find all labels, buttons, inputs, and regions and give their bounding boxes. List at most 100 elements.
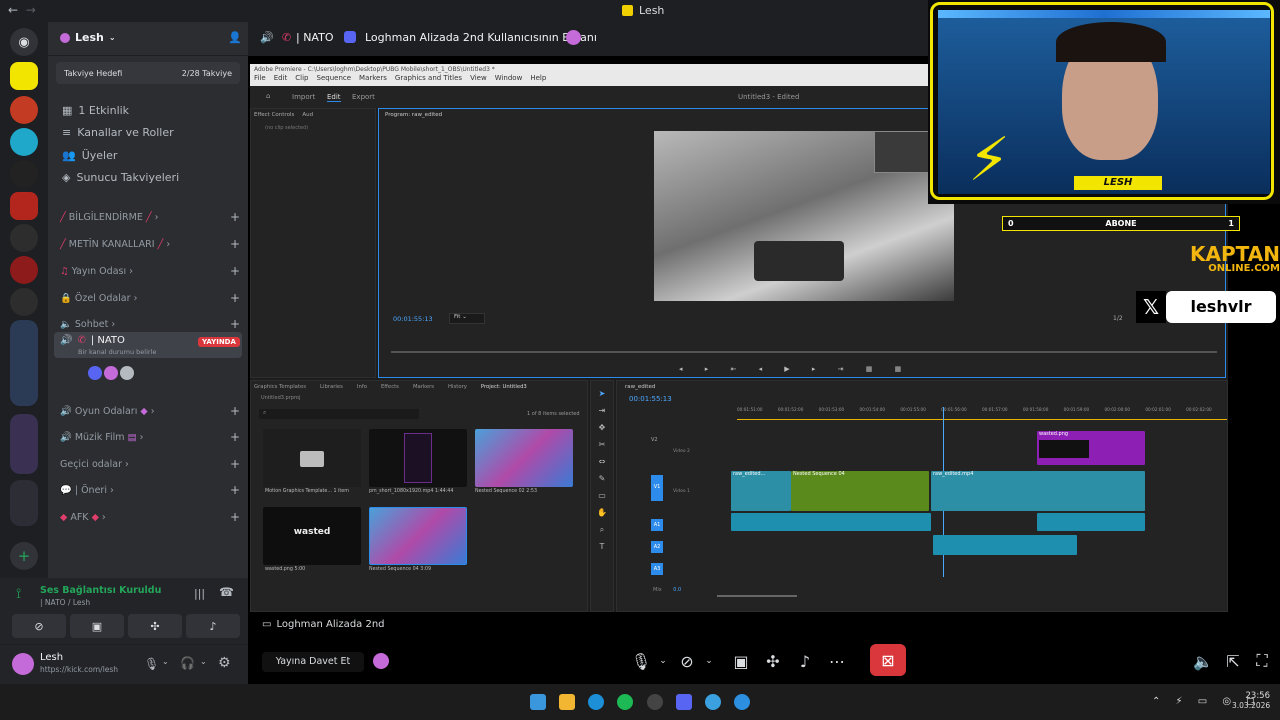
menu-graphics[interactable]: Graphics and Titles xyxy=(395,74,462,82)
forward-arrow-icon[interactable]: → xyxy=(26,3,36,17)
project-search-input[interactable]: ⌕ xyxy=(259,409,419,419)
disconnect-icon[interactable]: ☎ xyxy=(219,585,234,599)
fullscreen-button[interactable]: ⛶ xyxy=(1247,646,1277,676)
chevron-down-icon[interactable]: ⌄ xyxy=(200,657,207,666)
avatar[interactable] xyxy=(104,366,118,380)
invite-people-icon[interactable]: 👤 xyxy=(228,31,242,44)
camera-off-button[interactable]: ⊘ xyxy=(12,614,66,638)
chevron-down-icon[interactable]: ⌄ xyxy=(162,657,169,666)
razor-icon[interactable]: ✂ xyxy=(591,436,613,453)
menu-events[interactable]: ▦ 1 Etkinlik xyxy=(62,104,129,117)
tab-edit[interactable]: Edit xyxy=(327,93,341,102)
server-header[interactable]: Lesh ⌄ 👤 xyxy=(48,22,248,56)
selection-tool-icon[interactable]: ➤ xyxy=(591,385,613,402)
add-channel-icon[interactable]: + xyxy=(230,510,240,524)
tab-project[interactable]: Project: Untitled3 xyxy=(481,384,527,390)
mix-value[interactable]: 0.0 xyxy=(673,587,681,593)
menu-file[interactable]: File xyxy=(254,74,266,82)
spotify-icon[interactable] xyxy=(617,694,633,710)
track-a3-label[interactable]: A3 xyxy=(651,563,663,575)
start-icon[interactable] xyxy=(530,694,546,710)
invite-to-stream-button[interactable]: Yayına Davet Et xyxy=(262,652,364,672)
clip-wasted[interactable]: wasted.png xyxy=(1037,431,1145,465)
category-ozel[interactable]: 🔒 Özel Odalar › + xyxy=(60,291,240,305)
menu-markers[interactable]: Markers xyxy=(359,74,387,82)
server-icon[interactable] xyxy=(10,192,38,220)
user-status[interactable]: https://kick.com/lesh xyxy=(40,665,118,674)
tab-graphics-templates[interactable]: Graphics Templates xyxy=(254,384,306,390)
audio-clip[interactable] xyxy=(933,535,1077,555)
avatar[interactable] xyxy=(12,653,34,675)
add-channel-icon[interactable]: + xyxy=(230,210,240,224)
time-ruler[interactable]: 00:01:51:00 00:01:52:00 00:01:53:00 00:01:5… xyxy=(737,407,1227,415)
popout-button[interactable]: ⇱ xyxy=(1218,646,1248,676)
volume-button[interactable]: 🔈 xyxy=(1188,646,1218,676)
server-lesh-icon[interactable] xyxy=(10,62,38,90)
menu-members[interactable]: 👥 Üyeler xyxy=(62,149,117,162)
slip-icon[interactable]: ⇔ xyxy=(591,453,613,470)
add-channel-icon[interactable]: + xyxy=(230,291,240,305)
menu-help[interactable]: Help xyxy=(530,74,546,82)
category-afk[interactable]: ◆ AFK ◆ › + xyxy=(60,510,240,524)
fit-dropdown[interactable]: Fit ⌄ xyxy=(449,313,485,324)
transport-controls[interactable]: ◂ ▸ ⇤ ◂ ▶ ▸ ⇥ ▦ ▦ xyxy=(679,365,911,373)
signal-icon[interactable]: ⟟ xyxy=(16,586,21,602)
track-v1-label[interactable]: V1 xyxy=(651,475,663,501)
category-sohbet[interactable]: 🔈 Sohbet › + xyxy=(60,317,240,331)
headphones-icon[interactable]: 🎧 xyxy=(180,656,195,670)
sequence-tab[interactable]: raw_edited xyxy=(617,381,1227,393)
channel-status-text[interactable]: Bir kanal durumu belirle xyxy=(78,348,156,356)
avatar[interactable] xyxy=(566,30,581,45)
add-channel-icon[interactable]: + xyxy=(230,404,240,418)
tab-import[interactable]: Import xyxy=(292,93,315,101)
server-icon[interactable] xyxy=(10,128,38,156)
microphone-icon[interactable]: 🎙 xyxy=(144,657,159,671)
server-icon[interactable] xyxy=(10,288,38,316)
obs-icon[interactable] xyxy=(647,694,663,710)
track-select-icon[interactable]: ⇥ xyxy=(591,402,613,419)
tab-audio[interactable]: Aud xyxy=(302,112,313,118)
nav-arrows[interactable]: ← → xyxy=(8,3,36,17)
voice-channel-nato[interactable]: 🔊 ✆ | NATO YAYINDA Bir kanal durumu beli… xyxy=(54,332,242,358)
clip-raw-edited-mp4[interactable]: raw_edited.mp4 xyxy=(931,471,1145,511)
stream-channel-name[interactable]: | NATO xyxy=(296,31,333,44)
add-channel-icon[interactable]: + xyxy=(230,237,240,251)
activities-button[interactable]: ✣ xyxy=(758,646,788,676)
program-timecode[interactable]: 00:01:55:13 xyxy=(393,315,433,323)
chevron-down-icon[interactable]: ⌄ xyxy=(694,646,724,676)
track-a2-label[interactable]: A2 xyxy=(651,541,663,553)
add-server-icon[interactable]: + xyxy=(10,542,38,570)
bin-thumbnail[interactable]: wasted xyxy=(263,507,361,565)
edge-icon[interactable] xyxy=(588,694,604,710)
add-channel-icon[interactable]: + xyxy=(230,430,240,444)
category-bilgilendirme[interactable]: ╱ BİLGİLENDİRME ╱ › + xyxy=(60,210,240,224)
category-muzik[interactable]: 🔊 Müzik Film ▤ › + xyxy=(60,430,240,444)
timeline-timecode[interactable]: 00:01:55:13 xyxy=(629,395,672,403)
server-folder-icon[interactable] xyxy=(10,414,38,474)
bin-thumbnail[interactable] xyxy=(369,429,467,487)
discord-home-icon[interactable]: ◉ xyxy=(10,28,38,56)
voice-status[interactable]: Ses Bağlantısı Kuruldu xyxy=(40,585,161,596)
program-video-frame[interactable] xyxy=(654,131,954,301)
track-a1-label[interactable]: A1 xyxy=(651,519,663,531)
category-gecici[interactable]: Geçici odalar › + xyxy=(60,457,240,471)
menu-clip[interactable]: Clip xyxy=(295,74,308,82)
avatar[interactable] xyxy=(373,653,389,669)
soundboard-button[interactable]: ♪ xyxy=(186,614,240,638)
bin-thumbnail[interactable] xyxy=(369,507,467,565)
gear-icon[interactable]: ⚙ xyxy=(218,655,231,671)
boost-goal[interactable]: Takviye Hedefi 2/28 Takviye xyxy=(56,62,240,84)
server-folder-icon[interactable] xyxy=(10,480,38,526)
soundboard-button[interactable]: ♪ xyxy=(790,646,820,676)
server-icon[interactable] xyxy=(10,96,38,124)
file-explorer-icon[interactable] xyxy=(559,694,575,710)
server-name[interactable]: Lesh ⌄ xyxy=(60,31,116,44)
resolution-ratio[interactable]: 1/2 xyxy=(1113,315,1123,322)
tab-markers[interactable]: Markers xyxy=(413,384,434,390)
menu-boosts[interactable]: ◈ Sunucu Takviyeleri xyxy=(62,171,179,184)
audio-clip[interactable] xyxy=(1037,513,1145,531)
category-metin[interactable]: ╱ METİN KANALLARI ╱ › + xyxy=(60,237,240,251)
server-icon[interactable] xyxy=(10,256,38,284)
work-area-bar[interactable] xyxy=(737,419,1227,420)
home-icon[interactable]: ⌂ xyxy=(266,92,270,100)
